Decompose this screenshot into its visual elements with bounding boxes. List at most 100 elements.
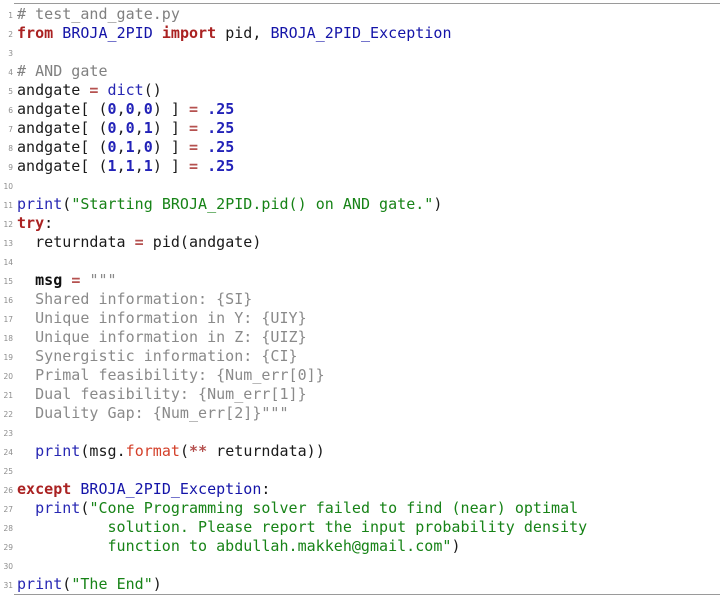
code-line-content: andgate = dict() (17, 81, 162, 100)
code-line-content: from BROJA_2PID import pid, BROJA_2PID_E… (17, 24, 452, 43)
code-token-plain: ( (62, 195, 71, 213)
code-token-name: BROJA_2PID_Exception (80, 480, 261, 498)
code-line-content: # AND gate (17, 62, 108, 81)
code-token-plain: ) ] (153, 100, 189, 118)
code-line: 10 (0, 176, 720, 195)
code-token-plain: andgate[ ( (17, 138, 108, 156)
code-token-number: .25 (207, 138, 234, 156)
code-token-plain (198, 119, 207, 137)
code-line-content: print("The End") (17, 575, 162, 594)
code-token-plain (153, 24, 162, 42)
code-token-plain: , (135, 138, 144, 156)
code-line-content: print("Cone Programming solver failed to… (17, 499, 578, 518)
code-token-plain: () (144, 81, 162, 99)
code-line-content: Duality Gap: {Num_err[2]}""" (17, 404, 289, 423)
code-token-docstr: Duality Gap: {Num_err[2]}""" (17, 404, 289, 422)
code-line: 30 (0, 556, 720, 575)
code-token-docstr: Unique information in Y: {UIY} (17, 309, 307, 327)
code-token-builtin: print (35, 499, 80, 517)
code-token-plain: ( (62, 575, 71, 593)
code-token-keyword: except (17, 480, 71, 498)
code-token-keyword: try (17, 214, 44, 232)
code-token-plain: ( (180, 442, 189, 460)
code-line: 8andgate[ (0,1,0) ] = .25 (0, 138, 720, 157)
code-line: 13 returndata = pid(andgate) (0, 233, 720, 252)
code-token-number: 0 (126, 119, 135, 137)
code-token-op: = (189, 157, 198, 175)
code-token-number: .25 (207, 100, 234, 118)
code-token-plain: , (117, 157, 126, 175)
code-token-docstr: Unique information in Z: {UIZ} (17, 328, 307, 346)
code-token-number: 0 (144, 138, 153, 156)
code-token-comment: # test_and_gate.py (17, 5, 180, 23)
code-line-content: Unique information in Y: {UIY} (17, 309, 307, 328)
code-line-content: # test_and_gate.py (17, 5, 180, 24)
code-line: 2from BROJA_2PID import pid, BROJA_2PID_… (0, 24, 720, 43)
code-token-plain: andgate[ ( (17, 157, 108, 175)
listing-top-rule (14, 3, 720, 4)
code-line-content: solution. Please report the input probab… (17, 518, 587, 537)
code-token-plain: pid(andgate) (144, 233, 262, 251)
code-token-plain: returndata (17, 233, 135, 251)
code-token-builtin: print (17, 195, 62, 213)
code-token-plain (17, 271, 35, 289)
code-token-plain (198, 157, 207, 175)
code-line-content: function to abdullah.makkeh@gmail.com") (17, 537, 461, 556)
code-token-plain: , (117, 138, 126, 156)
code-line: 24 print(msg.format(** returndata)) (0, 442, 720, 461)
code-line: 23 (0, 423, 720, 442)
code-token-string: solution. Please report the input probab… (17, 518, 587, 536)
code-token-plain (53, 24, 62, 42)
code-token-docstr: Synergistic information: {CI} (17, 347, 298, 365)
code-token-plain: andgate[ ( (17, 119, 108, 137)
code-token-plain: : (261, 480, 270, 498)
code-token-plain: ) (433, 195, 442, 213)
code-token-bold: msg (35, 271, 62, 289)
code-line-content: print("Starting BROJA_2PID.pid() on AND … (17, 195, 442, 214)
code-line-content: andgate[ (1,1,1) ] = .25 (17, 157, 234, 176)
code-line: 17 Unique information in Y: {UIY} (0, 309, 720, 328)
code-line-content: Primal feasibility: {Num_err[0]} (17, 366, 325, 385)
code-token-plain: andgate[ ( (17, 100, 108, 118)
code-token-plain (17, 442, 35, 460)
code-line: 31print("The End") (0, 575, 720, 594)
code-token-plain: , (135, 119, 144, 137)
code-token-keyword: from (17, 24, 53, 42)
code-line-content: Unique information in Z: {UIZ} (17, 328, 307, 347)
code-token-op: = (189, 100, 198, 118)
code-token-number: 1 (126, 157, 135, 175)
code-token-number: 0 (144, 100, 153, 118)
code-line: 19 Synergistic information: {CI} (0, 347, 720, 366)
code-token-plain (198, 138, 207, 156)
code-token-plain: (msg. (80, 442, 125, 460)
code-line: 25 (0, 461, 720, 480)
code-token-plain: returndata)) (207, 442, 325, 460)
code-token-string: "Cone Programming solver failed to find … (89, 499, 578, 517)
code-line: 5andgate = dict() (0, 81, 720, 100)
code-token-plain: , (135, 100, 144, 118)
code-token-keyword: import (162, 24, 216, 42)
code-token-builtin: dict (108, 81, 144, 99)
code-token-plain (198, 100, 207, 118)
code-line-content: andgate[ (0,0,0) ] = .25 (17, 100, 234, 119)
code-listing: 1 # test_and_gate.py2from BROJA_2PID impo… (0, 0, 720, 599)
code-lines-container: 1 # test_and_gate.py2from BROJA_2PID impo… (0, 5, 720, 594)
code-line-content: andgate[ (0,0,1) ] = .25 (17, 119, 234, 138)
code-line-content: try: (17, 214, 53, 233)
code-token-plain: , (117, 100, 126, 118)
code-token-plain: ) ] (153, 157, 189, 175)
code-line: 6andgate[ (0,0,0) ] = .25 (0, 100, 720, 119)
code-line: 12try: (0, 214, 720, 233)
code-line-content: msg = """ (17, 271, 117, 290)
code-line: 27 print("Cone Programming solver failed… (0, 499, 720, 518)
code-token-plain: ) (153, 575, 162, 593)
code-line-content: returndata = pid(andgate) (17, 233, 261, 252)
code-token-plain: ) ] (153, 119, 189, 137)
code-token-docstr: """ (89, 271, 116, 289)
code-line: 9andgate[ (1,1,1) ] = .25 (0, 157, 720, 176)
code-token-number: 0 (108, 100, 117, 118)
code-token-op: = (189, 119, 198, 137)
code-token-name: BROJA_2PID_Exception (270, 24, 451, 42)
code-token-number: 0 (108, 119, 117, 137)
code-token-func: format (126, 442, 180, 460)
